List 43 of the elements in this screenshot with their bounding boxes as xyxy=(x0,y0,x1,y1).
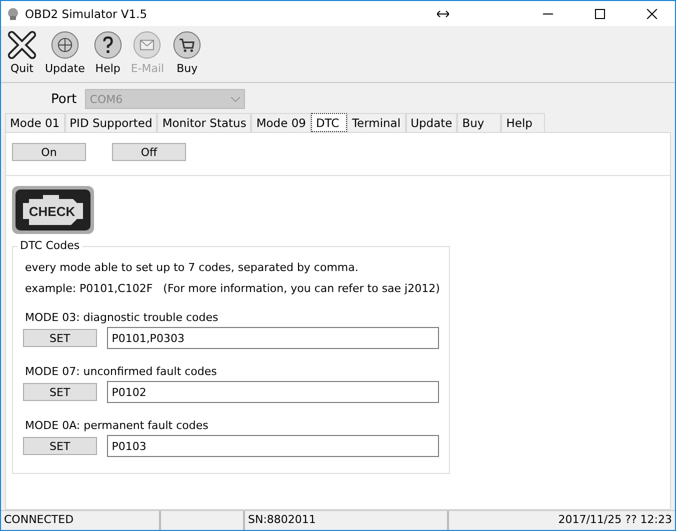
tab[interactable]: Mode 01 xyxy=(5,113,65,132)
resize-icon xyxy=(437,10,449,18)
app-icon xyxy=(7,8,19,20)
info-text: every mode able to set up to 7 codes, separated by comma. xyxy=(25,261,360,274)
codes-field[interactable]: P0101,P0303 xyxy=(106,327,439,349)
tab[interactable]: PID Supported xyxy=(64,113,158,132)
connection-status: CONNECTED xyxy=(4,513,74,526)
serial-number: SN:8802011 xyxy=(248,513,316,526)
mode-label: MODE 0A: permanent fault codes xyxy=(25,419,210,432)
toolbar-button[interactable]: Update xyxy=(43,30,87,78)
toolbar-button[interactable]: Buy xyxy=(170,30,204,78)
chevron-icon xyxy=(230,96,240,102)
set-button[interactable]: SET xyxy=(23,437,97,455)
codes-field[interactable]: P0102 xyxy=(106,381,439,403)
tab[interactable]: Mode 09 xyxy=(251,113,311,132)
tab[interactable]: Monitor Status xyxy=(157,113,252,132)
set-button[interactable]: SET xyxy=(23,383,97,401)
tab[interactable]: Update xyxy=(406,113,458,132)
tab[interactable]: Help xyxy=(501,113,546,132)
toolbar-button[interactable]: Quit xyxy=(5,30,39,78)
status-datetime: 2017/11/25 ?? 12:23 xyxy=(558,513,672,526)
window-title: OBD2 Simulator V1.5 xyxy=(25,6,148,20)
codes-field[interactable]: P0103 xyxy=(106,435,439,457)
globe-icon xyxy=(50,30,80,60)
check-engine-badge: CHECK xyxy=(12,186,94,234)
mode-label: MODE 03: diagnostic trouble codes xyxy=(25,311,220,324)
action-button[interactable]: Off xyxy=(112,143,186,161)
port-label: Port xyxy=(51,92,77,106)
tab[interactable]: DTC xyxy=(310,113,347,132)
mode-label: MODE 07: unconfirmed fault codes xyxy=(25,365,218,378)
toolbar-button[interactable]: Help xyxy=(90,30,125,78)
group-title: DTC Codes xyxy=(18,239,82,252)
cart-icon xyxy=(172,30,202,60)
info-text: example: P0101,C102F (For more information, you can refer to sae j2012) xyxy=(25,282,437,295)
action-button[interactable]: On xyxy=(12,143,86,161)
set-button[interactable]: SET xyxy=(23,329,97,347)
tab[interactable]: Terminal xyxy=(346,113,406,132)
envelope-icon xyxy=(132,30,162,60)
tab[interactable]: Buy xyxy=(457,113,502,132)
help-icon xyxy=(92,30,123,60)
maximize-icon xyxy=(595,8,605,18)
close-icon xyxy=(647,8,657,18)
quit-icon xyxy=(7,30,37,60)
